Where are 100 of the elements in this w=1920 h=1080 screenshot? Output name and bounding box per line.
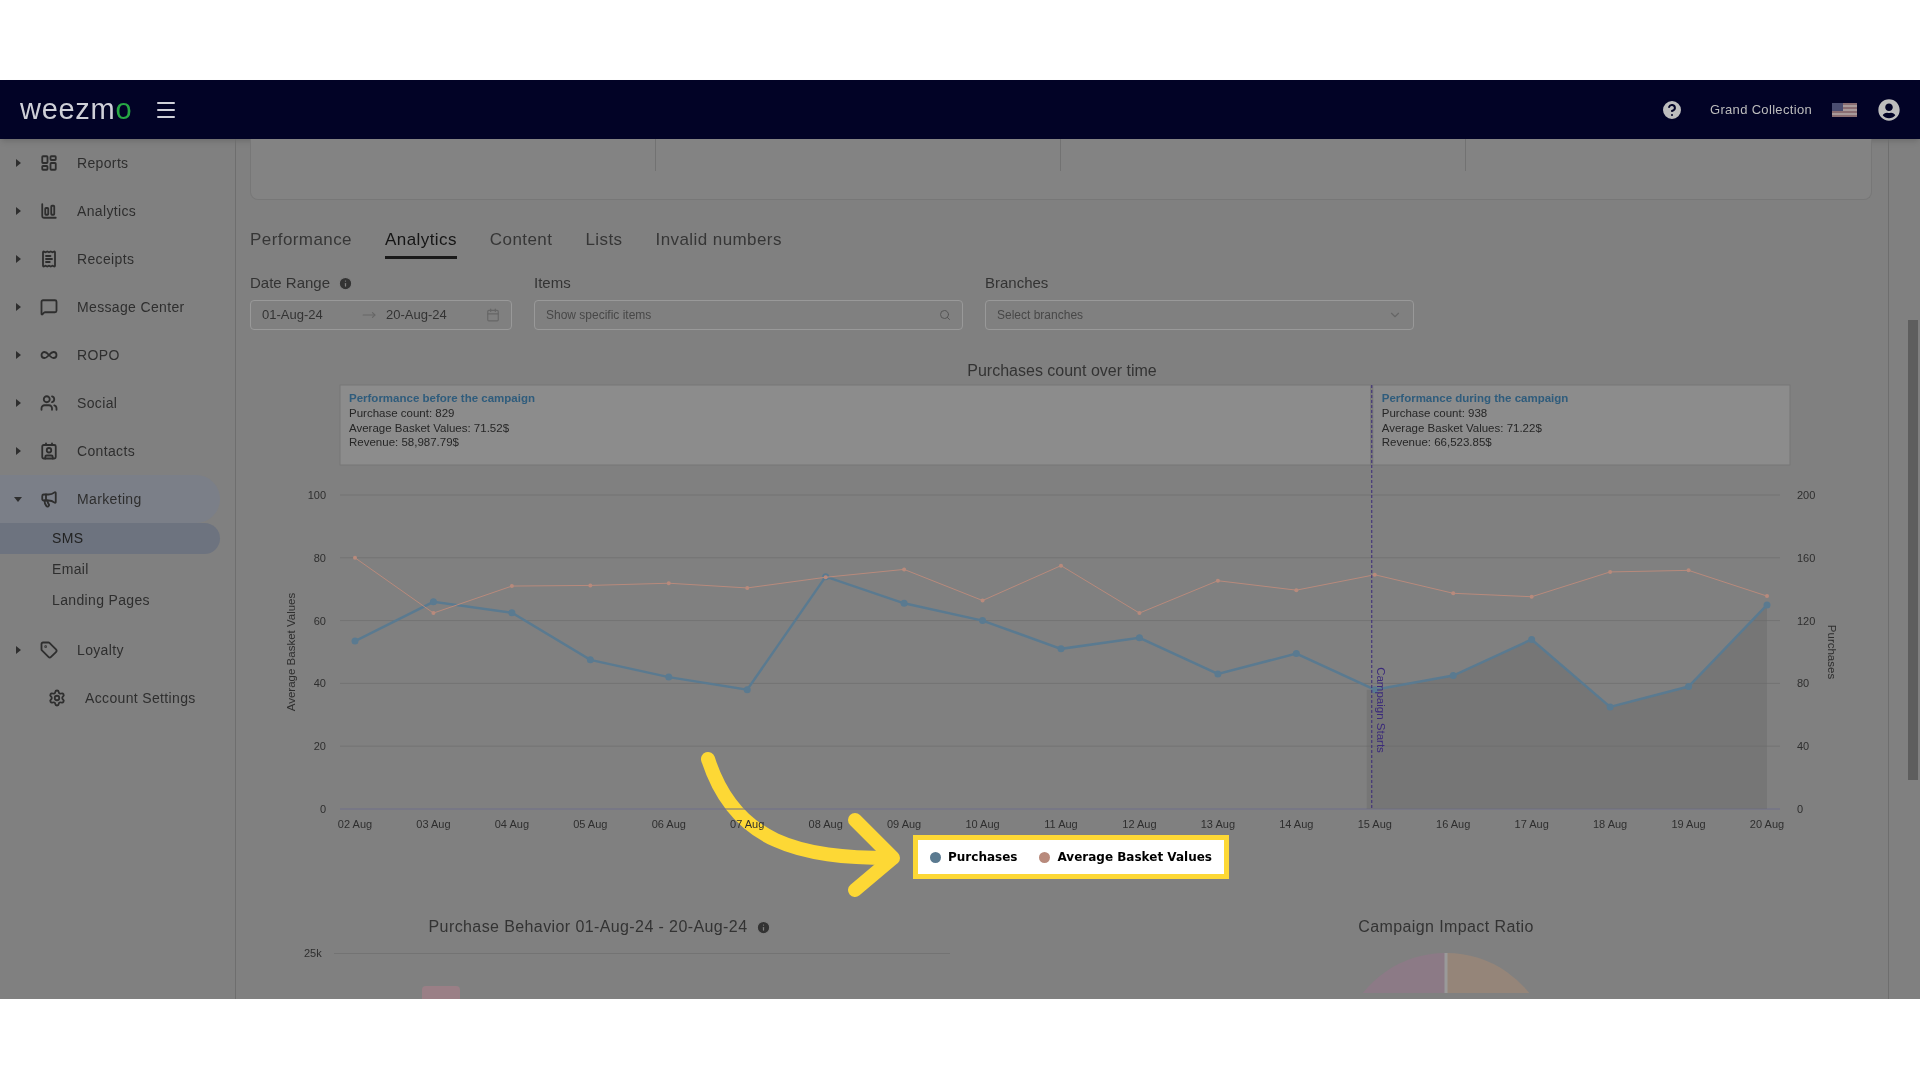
field-label: Branches (985, 272, 1050, 293)
tick-label: 160 (1797, 551, 1816, 564)
tick-label: 60 (313, 614, 326, 627)
legend-label[interactable]: Average Basket Values (1057, 848, 1212, 866)
legend-label[interactable]: Purchases (948, 848, 1018, 866)
point (1057, 645, 1065, 653)
point (1292, 650, 1300, 658)
sidebar-item[interactable]: Message Center (0, 283, 220, 331)
tick-label: 20 Aug (1749, 818, 1785, 830)
point (351, 637, 359, 645)
caret-right-icon (14, 207, 22, 215)
sidebar-item[interactable]: Receipts (0, 235, 220, 283)
tick-label: 80 (313, 551, 326, 564)
bar-chart-icon (40, 202, 58, 220)
tick-label: 12 Aug (1122, 818, 1157, 830)
tick-label: 18 Aug (1593, 818, 1628, 830)
tick-label: 02 Aug (337, 818, 373, 830)
info-icon[interactable] (338, 275, 354, 291)
point (1214, 670, 1222, 678)
point (508, 609, 516, 617)
sidebar-item[interactable]: Analytics (0, 187, 220, 235)
axis-label: Average Basket Values (285, 592, 297, 712)
caret-right-icon (14, 399, 22, 407)
point (979, 617, 987, 625)
tick-label: 0 (319, 803, 326, 815)
caret-right-icon (14, 303, 22, 311)
sidebar-subitem[interactable]: Email (0, 554, 220, 585)
chart-title: Purchase Behavior 01-Aug-24 - 20-Aug-24 (428, 917, 748, 937)
tick-label: 14 Aug (1279, 818, 1314, 830)
tick-label: 17 Aug (1514, 818, 1549, 830)
sidebar-item[interactable]: Marketing (0, 475, 220, 523)
tag-icon (40, 641, 58, 659)
marker-label: Campaign Starts (1374, 667, 1387, 753)
tab[interactable]: Content (489, 227, 553, 259)
point (1685, 683, 1693, 691)
tick-label: 25k (304, 946, 323, 961)
point (1449, 672, 1457, 680)
chart-title: Campaign Impact Ratio (1358, 917, 1534, 937)
tick-label: 15 Aug (1357, 818, 1392, 830)
sidebar-item[interactable]: Reports (0, 139, 220, 187)
tick-label: 08 Aug (808, 818, 843, 830)
point (586, 656, 594, 664)
tick-label: 13 Aug (1200, 818, 1235, 830)
sidebar-subitem[interactable]: Landing Pages (0, 585, 220, 616)
people-icon (40, 394, 58, 412)
tick-label: 06 Aug (651, 818, 686, 830)
caret-down-icon (14, 495, 22, 503)
tab[interactable]: Analytics (385, 227, 457, 259)
tick-label: 11 Aug (1044, 818, 1078, 830)
sidebar-item[interactable]: ROPO (0, 331, 220, 379)
tick-label: 03 Aug (416, 818, 451, 830)
sidebar-item[interactable]: Contacts (0, 427, 220, 475)
branches-dropdown[interactable]: Select branches (985, 300, 1414, 330)
sidebar-item[interactable]: Loyalty (0, 626, 220, 674)
dashboard-icon (40, 154, 58, 172)
tick-label: 10 Aug (965, 818, 1000, 830)
axis-label: Purchases (1826, 624, 1838, 680)
summary-box: Performance before the campaign Purchase count: 829 Average Basket Values: 71.52$ Revenue: 58,987.79$ (339, 384, 1372, 466)
chat-icon (40, 298, 58, 316)
flag-icon[interactable] (1832, 102, 1857, 117)
contact-card-icon (40, 442, 58, 460)
point (665, 673, 673, 681)
megaphone-icon (40, 490, 58, 508)
sidebar-item[interactable]: Social (0, 379, 220, 427)
search-icon (939, 309, 951, 321)
point (1135, 634, 1143, 642)
point (1528, 635, 1536, 643)
tick-label: 80 (1797, 677, 1810, 690)
tick-label: 19 Aug (1671, 818, 1706, 830)
tab[interactable]: Lists (585, 227, 623, 259)
chart-title: Purchases count over time (967, 362, 1157, 379)
caret-right-icon (14, 255, 22, 263)
point (1763, 601, 1771, 609)
tick-label: 120 (1797, 614, 1816, 627)
sidebar-item[interactable]: Account Settings (0, 674, 220, 722)
tick-label: 40 (313, 677, 326, 690)
settings-icon (48, 689, 66, 707)
tick-label: 200 (1797, 489, 1816, 501)
point (1606, 703, 1614, 711)
field-label: Items (534, 272, 572, 293)
account-name[interactable]: Grand Collection (1709, 99, 1812, 120)
point (743, 686, 751, 694)
tick-label: 20 (313, 740, 326, 753)
user-icon[interactable] (1878, 98, 1900, 121)
logo: weezmo (20, 95, 133, 124)
caret-right-icon (14, 447, 22, 455)
tick-label: 16 Aug (1436, 818, 1471, 830)
tick-label: 09 Aug (887, 818, 922, 830)
summary-box: Performance during the campaign Purchase count: 938 Average Basket Values: 71.22$ Revenue: 66,523.85$ (1372, 384, 1791, 466)
receipt-icon (40, 250, 58, 268)
caret-right-icon (14, 159, 22, 167)
info-icon[interactable] (756, 919, 772, 935)
tab[interactable]: Invalid numbers (655, 227, 782, 259)
field-label: Date Range (250, 272, 331, 293)
tab[interactable]: Performance (250, 227, 352, 259)
scrollbar[interactable] (1888, 139, 1920, 999)
items-field[interactable]: Show specific items (534, 300, 963, 330)
sidebar-subitem[interactable]: SMS (0, 523, 220, 554)
date-range-field[interactable]: 01-Aug-24 20-Aug-24 (250, 300, 512, 330)
point (900, 599, 908, 607)
